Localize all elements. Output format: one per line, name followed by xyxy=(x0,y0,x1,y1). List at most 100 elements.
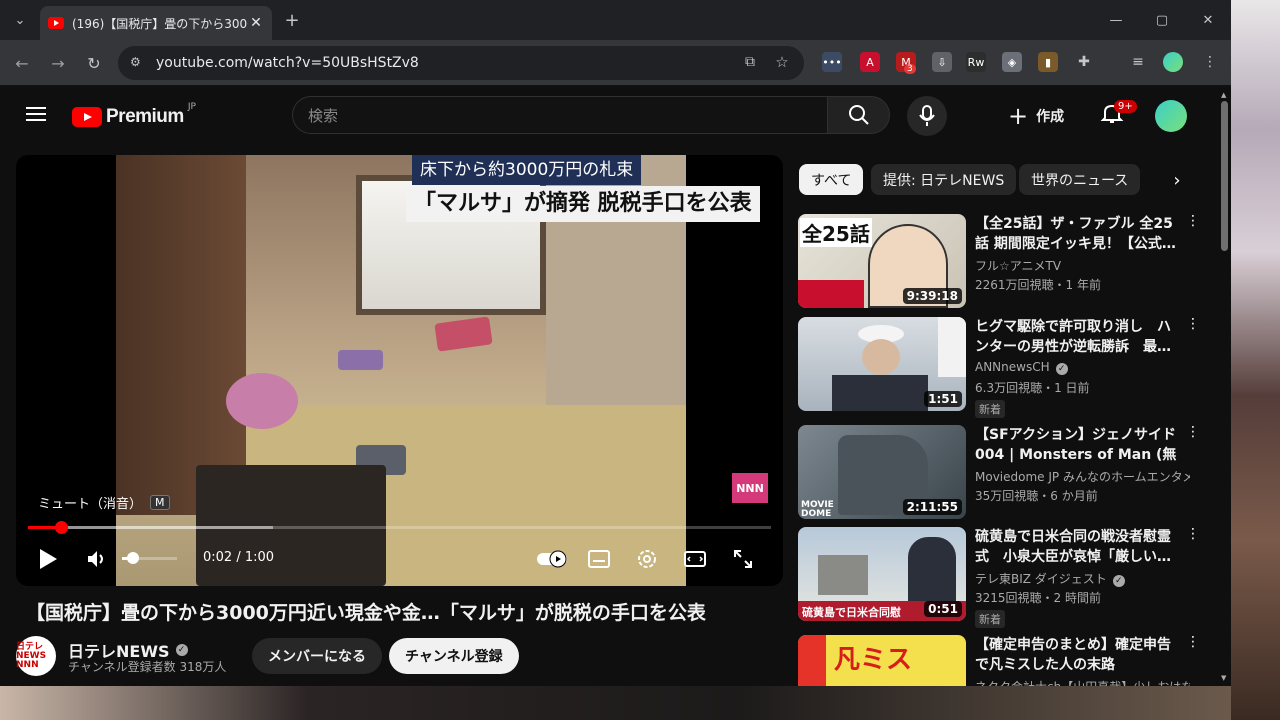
scroll-up-icon[interactable]: ▲ xyxy=(1221,91,1226,99)
youtube-logo[interactable]: Premium JP xyxy=(72,102,196,128)
download-extension-icon[interactable]: ⇩ xyxy=(932,52,952,72)
related-video[interactable]: MOVIE DOME 2:11:55 【SFアクション】ジェノサイド004 | … xyxy=(798,425,1218,521)
related-meta: 2261万回視聴・1 年前 xyxy=(975,278,1101,292)
rw-extension-icon[interactable]: Rw xyxy=(966,52,986,72)
related-video[interactable]: 全25話 9:39:18 【全25話】ザ・ファブル 全25話 期間限定イッキ見！… xyxy=(798,214,1218,310)
channel-avatar[interactable]: 日テレNEWS NNN xyxy=(16,636,56,676)
new-tab-icon[interactable]: + xyxy=(280,8,304,32)
settings-button[interactable] xyxy=(633,545,661,573)
back-icon[interactable]: ← xyxy=(10,51,34,75)
browser-menu-icon[interactable]: ⋮ xyxy=(1200,52,1220,72)
tab-close-icon[interactable]: ✕ xyxy=(248,15,264,31)
autoplay-toggle[interactable] xyxy=(535,545,569,573)
youtube-favicon-icon xyxy=(48,17,64,29)
memorial-image xyxy=(818,555,868,595)
related-channel: テレ東BIZ ダイジェスト ✓ xyxy=(975,570,1190,587)
logo-text: Premium xyxy=(106,106,184,127)
bottle-extension-icon[interactable]: ▮ xyxy=(1038,52,1058,72)
logo-region: JP xyxy=(187,102,196,112)
duration: 9:39:18 xyxy=(902,288,962,304)
browser-tab[interactable]: (196)【国税庁】畳の下から3000万 ✕ xyxy=(40,6,272,40)
related-channel: ANNnewsCH ✓ xyxy=(975,360,1190,375)
site-info-icon[interactable]: ⚙ xyxy=(130,55,146,71)
chip-all[interactable]: すべて xyxy=(799,164,864,195)
extensions-puzzle-icon[interactable]: ✚ xyxy=(1074,52,1094,72)
maximize-icon[interactable]: ▢ xyxy=(1150,8,1174,32)
chip-world-news[interactable]: 世界のニュース xyxy=(1019,164,1141,195)
install-app-icon[interactable]: ⧉ xyxy=(740,52,760,72)
page-scrollbar[interactable]: ▲ ▼ xyxy=(1218,87,1231,686)
hamburger-menu-icon[interactable] xyxy=(26,104,46,124)
subtitles-icon xyxy=(588,550,610,568)
related-video[interactable]: 凡ミス 【確定申告のまとめ】確定申告で凡ミスした人の末路2023。… ネタク会計… xyxy=(798,635,1218,686)
chip-channel[interactable]: 提供: 日テレNEWS xyxy=(871,164,1017,195)
extension-dots-icon[interactable]: ••• xyxy=(822,52,842,72)
tab-title: (196)【国税庁】畳の下から3000万 xyxy=(72,16,248,31)
subscribe-button[interactable]: チャンネル登録 xyxy=(389,638,519,674)
video-player[interactable]: 床下から約3000万円の札束 「マルサ」が摘発 脱税手口を公表 NNN ミュート… xyxy=(16,155,783,586)
forward-icon[interactable]: → xyxy=(46,51,70,75)
media-control-icon[interactable]: ≡ xyxy=(1128,52,1148,72)
cloth-image xyxy=(338,350,383,370)
reload-icon[interactable]: ↻ xyxy=(82,51,106,75)
more-options-icon[interactable]: ⋮ xyxy=(1186,635,1200,659)
chip-next-chevron-icon[interactable]: › xyxy=(1163,168,1191,192)
video-thumbnail[interactable]: 1:51 xyxy=(798,317,966,411)
video-thumbnail[interactable]: MOVIE DOME 2:11:55 xyxy=(798,425,966,519)
mute-button[interactable] xyxy=(83,545,111,573)
more-options-icon[interactable]: ⋮ xyxy=(1186,527,1200,551)
related-channel-text: テレ東BIZ ダイジェスト xyxy=(975,572,1107,586)
related-video[interactable]: 1:51 ヒグマ駆除で許可取り消し ハンターの男性が逆転勝訴 最… ANNnew… xyxy=(798,317,1218,418)
join-member-button[interactable]: メンバーになる xyxy=(252,638,382,674)
time-display: 0:02 / 1:00 xyxy=(203,550,275,565)
related-title: 【全25話】ザ・ファブル 全25話 期間限定イッキ見！【公式… xyxy=(975,216,1176,252)
more-options-icon[interactable]: ⋮ xyxy=(1186,425,1200,449)
video-thumbnail[interactable]: 凡ミス xyxy=(798,635,966,686)
verified-check-icon: ✓ xyxy=(175,644,188,656)
minimize-icon[interactable]: — xyxy=(1104,8,1128,32)
search-input[interactable]: 検索 xyxy=(292,96,828,134)
volume-slider[interactable] xyxy=(122,552,177,564)
caption-line-1: 床下から約3000万円の札束 xyxy=(412,155,642,185)
thumbnail-text: 凡ミス xyxy=(834,645,913,675)
search-icon xyxy=(848,105,869,125)
tab-search-icon[interactable]: ⌄ xyxy=(8,8,32,32)
desktop-background xyxy=(0,686,1231,720)
sign-image xyxy=(938,317,966,377)
related-video[interactable]: 硫黄島で日米合同慰 0:51 硫黄島で日米合同の戦没者慰霊式 小泉大臣が哀悼「厳… xyxy=(798,527,1218,628)
video-thumbnail[interactable]: 全25話 9:39:18 xyxy=(798,214,966,308)
desktop-background xyxy=(1231,0,1280,720)
voice-search-button[interactable] xyxy=(907,96,947,136)
account-avatar[interactable] xyxy=(1155,100,1187,132)
cushion-image xyxy=(226,373,298,429)
fullscreen-button[interactable] xyxy=(729,545,757,573)
acrobat-extension-icon[interactable]: A xyxy=(860,52,880,72)
duration: 0:51 xyxy=(924,601,962,617)
shield-extension-icon[interactable]: ◈ xyxy=(1002,52,1022,72)
volume-handle[interactable] xyxy=(127,552,139,564)
progress-bar[interactable] xyxy=(28,521,771,534)
more-options-icon[interactable]: ⋮ xyxy=(1186,214,1200,238)
related-meta: 3215回視聴・2 時間前 xyxy=(975,591,1101,605)
subtitles-button[interactable] xyxy=(585,545,613,573)
speaker-image xyxy=(908,537,956,607)
search-button[interactable] xyxy=(827,96,890,134)
bookmark-star-icon[interactable]: ☆ xyxy=(772,52,792,72)
more-options-icon[interactable]: ⋮ xyxy=(1186,317,1200,341)
play-button[interactable] xyxy=(34,545,62,573)
duration: 2:11:55 xyxy=(902,499,962,515)
scrollbar-thumb[interactable] xyxy=(1221,101,1228,251)
theater-mode-button[interactable] xyxy=(681,545,709,573)
address-bar[interactable]: ⚙ youtube.com/watch?v=50UBsHStZv8 xyxy=(118,46,804,80)
profile-avatar-icon[interactable] xyxy=(1163,52,1183,72)
create-button[interactable]: + 作成 xyxy=(1008,99,1064,133)
fullscreen-icon xyxy=(734,550,752,568)
video-thumbnail[interactable]: 硫黄島で日米合同慰 0:51 xyxy=(798,527,966,621)
verified-check-icon: ✓ xyxy=(1055,363,1068,375)
volume-icon xyxy=(88,551,103,567)
scrubber-handle[interactable] xyxy=(55,521,69,534)
scroll-down-icon[interactable]: ▼ xyxy=(1221,674,1226,682)
close-window-icon[interactable]: ✕ xyxy=(1196,8,1220,32)
related-title: 【SFアクション】ジェノサイド004 | Monsters of Man (無料… xyxy=(975,427,1177,463)
related-channel-text: ANNnewsCH xyxy=(975,360,1050,374)
